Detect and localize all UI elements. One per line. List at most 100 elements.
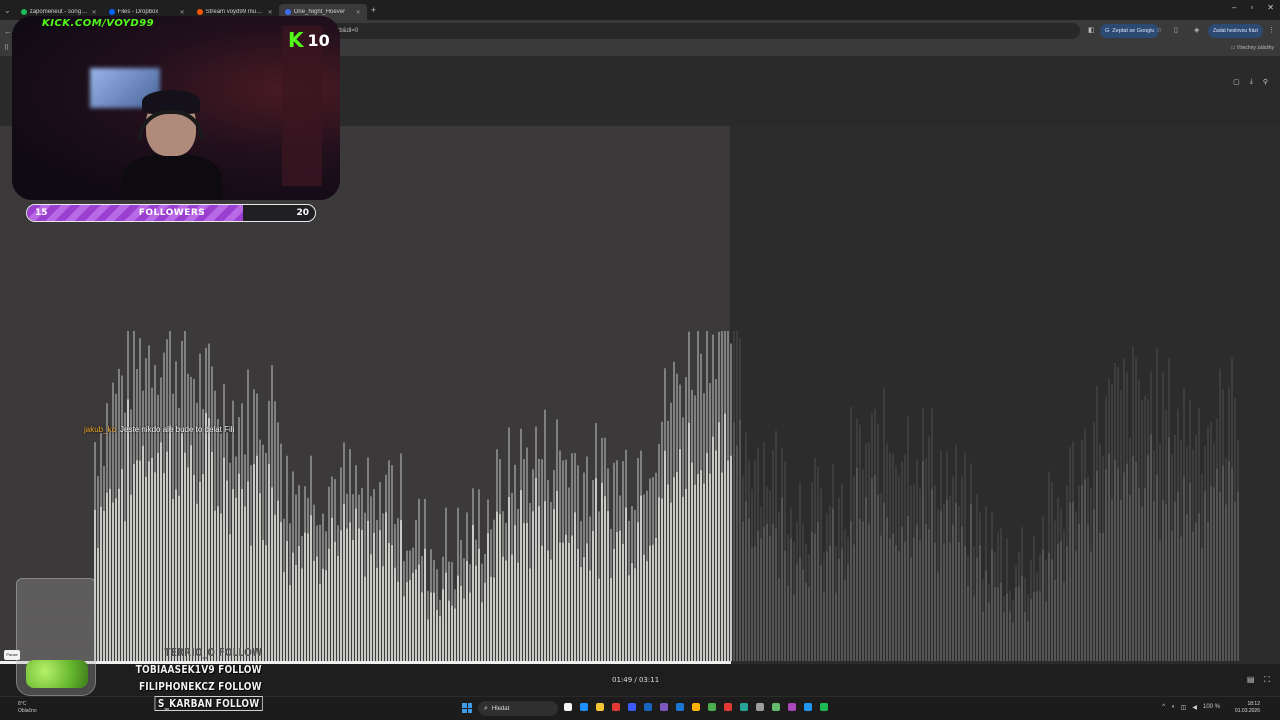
waveform-bar bbox=[1108, 453, 1110, 661]
taskbar-app-icon[interactable] bbox=[596, 703, 604, 711]
waveform-bar bbox=[916, 524, 918, 661]
taskbar-app-icon[interactable] bbox=[788, 703, 796, 711]
waveform-bar bbox=[253, 464, 255, 661]
taskbar-app-icon[interactable] bbox=[676, 703, 684, 711]
waveform-bar bbox=[343, 503, 345, 661]
taskbar-app-icon[interactable] bbox=[724, 703, 732, 711]
star-icon[interactable]: ☆ bbox=[1156, 26, 1162, 34]
waveform-bar bbox=[1060, 541, 1062, 661]
extension-icon[interactable]: ◧ bbox=[1088, 26, 1095, 34]
waveform-bar bbox=[319, 583, 321, 661]
waveform-bar bbox=[481, 602, 483, 661]
mic-icon[interactable]: ◖ bbox=[1171, 704, 1175, 711]
comment-icon[interactable]: ▢ bbox=[1233, 78, 1240, 86]
weather-widget[interactable]: 8°C Oblačno bbox=[18, 701, 37, 715]
taskbar-app-icon[interactable] bbox=[804, 703, 812, 711]
waveform-bar bbox=[199, 481, 201, 661]
download-icon[interactable]: ⤓ bbox=[1250, 78, 1253, 86]
waveform-bar bbox=[739, 419, 741, 661]
waveform-bar bbox=[430, 592, 432, 661]
taskbar-app-icon[interactable] bbox=[644, 703, 652, 711]
tab-close-icon[interactable]: ✕ bbox=[180, 9, 185, 16]
tray-chevron-icon[interactable]: ^ bbox=[1162, 704, 1165, 711]
waveform-bar bbox=[922, 461, 924, 661]
waveform-bar bbox=[424, 548, 426, 661]
waveform-bar bbox=[1054, 579, 1056, 661]
waveform-bar bbox=[589, 570, 591, 661]
taskbar-app-icon[interactable] bbox=[580, 703, 588, 711]
waveform-bar bbox=[262, 540, 264, 661]
waveform-bar bbox=[1186, 514, 1188, 661]
tab-close-icon[interactable]: ✕ bbox=[268, 9, 273, 16]
link-icon[interactable]: ⚲ bbox=[1263, 78, 1268, 86]
taskbar-app-icon[interactable] bbox=[564, 703, 572, 711]
password-phrase-button[interactable]: Zadat heslovou frázi bbox=[1208, 24, 1264, 38]
waveform-bar bbox=[943, 543, 945, 661]
network-icon[interactable]: ◫ bbox=[1181, 704, 1187, 711]
waveform-bar bbox=[727, 460, 729, 661]
waveform-bar bbox=[676, 471, 678, 661]
back-icon[interactable]: ← bbox=[4, 27, 12, 36]
start-button[interactable] bbox=[462, 703, 472, 713]
waveform-bar bbox=[1066, 546, 1068, 661]
fullscreen-icon[interactable]: ⛶ bbox=[1264, 675, 1270, 685]
waveform-bar bbox=[1147, 455, 1149, 661]
waveform-bar bbox=[1051, 559, 1053, 661]
waveform-bar bbox=[142, 445, 144, 661]
waveform-bar bbox=[1183, 476, 1185, 661]
extensions-icon[interactable]: ◈ bbox=[1194, 26, 1199, 34]
waveform-bar bbox=[136, 460, 138, 661]
streamer bbox=[122, 88, 222, 200]
taskbar-app-icon[interactable] bbox=[612, 703, 620, 711]
waveform-bar bbox=[877, 495, 879, 661]
waveform-bar bbox=[1177, 491, 1179, 661]
taskbar-app-icon[interactable] bbox=[692, 703, 700, 711]
waveform-bar bbox=[475, 565, 477, 661]
maximize-icon[interactable]: ▫ bbox=[1250, 3, 1253, 12]
taskbar-app-icon[interactable] bbox=[772, 703, 780, 711]
taskbar-app-icon[interactable] bbox=[740, 703, 748, 711]
minimize-icon[interactable]: – bbox=[1232, 3, 1236, 12]
tab-list-icon[interactable]: ⌄ bbox=[4, 6, 11, 15]
waveform-bar bbox=[853, 544, 855, 661]
waveform-bar bbox=[220, 513, 222, 661]
waveform-bar bbox=[313, 560, 315, 661]
window-controls: – ▫ ✕ bbox=[1232, 3, 1274, 12]
taskbar-clock[interactable]: 18:12 01.03.2026 bbox=[1235, 701, 1260, 715]
tab-favicon-icon bbox=[108, 9, 115, 15]
all-bookmarks[interactable]: ▭ Všechny záložky bbox=[1231, 45, 1274, 51]
menu-icon[interactable]: ⋮ bbox=[1268, 26, 1275, 34]
tab-close-icon[interactable]: ✕ bbox=[356, 9, 361, 16]
waveform-bar bbox=[577, 548, 579, 661]
taskbar-app-icon[interactable] bbox=[708, 703, 716, 711]
new-tab-button[interactable]: + bbox=[371, 5, 376, 15]
waveform-bar bbox=[400, 520, 402, 661]
waveform-bar bbox=[421, 592, 423, 661]
clipboard-icon[interactable]: ▯ bbox=[1174, 26, 1178, 34]
tab-close-icon[interactable]: ✕ bbox=[92, 9, 97, 16]
tab-favicon-icon bbox=[196, 9, 203, 15]
waveform-bar bbox=[409, 579, 411, 661]
taskbar-app-icon[interactable] bbox=[820, 703, 828, 711]
taskbar-app-icon[interactable] bbox=[660, 703, 668, 711]
close-icon[interactable]: ✕ bbox=[1267, 3, 1274, 12]
captions-icon[interactable]: ▤ bbox=[1247, 675, 1255, 685]
taskbar-search[interactable]: ⌕ Hledat bbox=[478, 701, 558, 716]
waveform-bar bbox=[505, 560, 507, 661]
waveform-bar bbox=[1102, 533, 1104, 661]
waveform-bar bbox=[1192, 531, 1194, 661]
waveform-bar bbox=[1027, 621, 1029, 661]
ask-google-button[interactable]: G Zeptat se Googlu bbox=[1100, 24, 1160, 38]
apps-icon[interactable]: ⠿ bbox=[4, 44, 9, 52]
volume-icon[interactable]: ◀ bbox=[1192, 704, 1197, 711]
waveform-bar bbox=[394, 567, 396, 661]
waveform-bar bbox=[769, 536, 771, 661]
waveform-bar bbox=[484, 582, 486, 661]
waveform-bar bbox=[232, 489, 234, 661]
taskbar-app-icon[interactable] bbox=[756, 703, 764, 711]
taskbar-app-icon[interactable] bbox=[628, 703, 636, 711]
kick-channel-url: KICK.COM/VOYD99 bbox=[42, 18, 155, 29]
waveform-bar bbox=[1201, 547, 1203, 661]
waveform-bar bbox=[1012, 622, 1014, 661]
waveform-bar bbox=[238, 473, 240, 661]
